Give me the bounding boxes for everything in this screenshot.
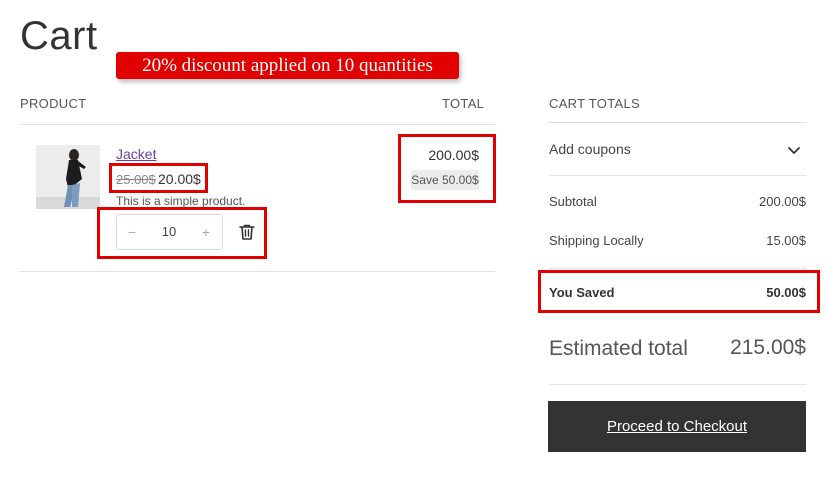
highlight-total-box — [398, 134, 496, 203]
totals-divider-coupons — [549, 175, 806, 176]
column-header-total: TOTAL — [442, 96, 485, 111]
page-title: Cart — [20, 14, 98, 58]
shipping-label: Shipping Locally — [549, 233, 644, 248]
highlight-price-box — [109, 163, 208, 193]
table-header-divider — [20, 124, 495, 125]
shipping-value: 15.00$ — [766, 233, 806, 248]
subtotal-value: 200.00$ — [759, 194, 806, 209]
cart-totals-heading: CART TOTALS — [549, 96, 640, 111]
product-description: This is a simple product. — [116, 194, 246, 208]
subtotal-label: Subtotal — [549, 194, 597, 209]
discount-banner: 20% discount applied on 10 quantities — [116, 52, 459, 79]
product-image — [36, 145, 100, 209]
proceed-to-checkout-button[interactable]: Proceed to Checkout — [548, 401, 806, 452]
estimated-total-label: Estimated total — [549, 337, 688, 360]
product-name-link[interactable]: Jacket — [116, 146, 156, 162]
coupon-toggle-button[interactable] — [785, 142, 803, 158]
chevron-down-icon — [788, 147, 800, 154]
totals-divider-top — [549, 122, 806, 123]
highlight-saved-box — [538, 270, 820, 313]
totals-divider-estimated — [549, 384, 806, 385]
product-thumbnail[interactable] — [36, 145, 100, 209]
highlight-quantity-box — [97, 207, 267, 259]
estimated-total-value: 215.00$ — [730, 336, 806, 359]
table-row-divider — [20, 271, 495, 272]
totals-divider-shipping — [549, 268, 806, 269]
add-coupons-toggle[interactable]: Add coupons — [549, 141, 631, 157]
column-header-product: PRODUCT — [20, 96, 87, 111]
